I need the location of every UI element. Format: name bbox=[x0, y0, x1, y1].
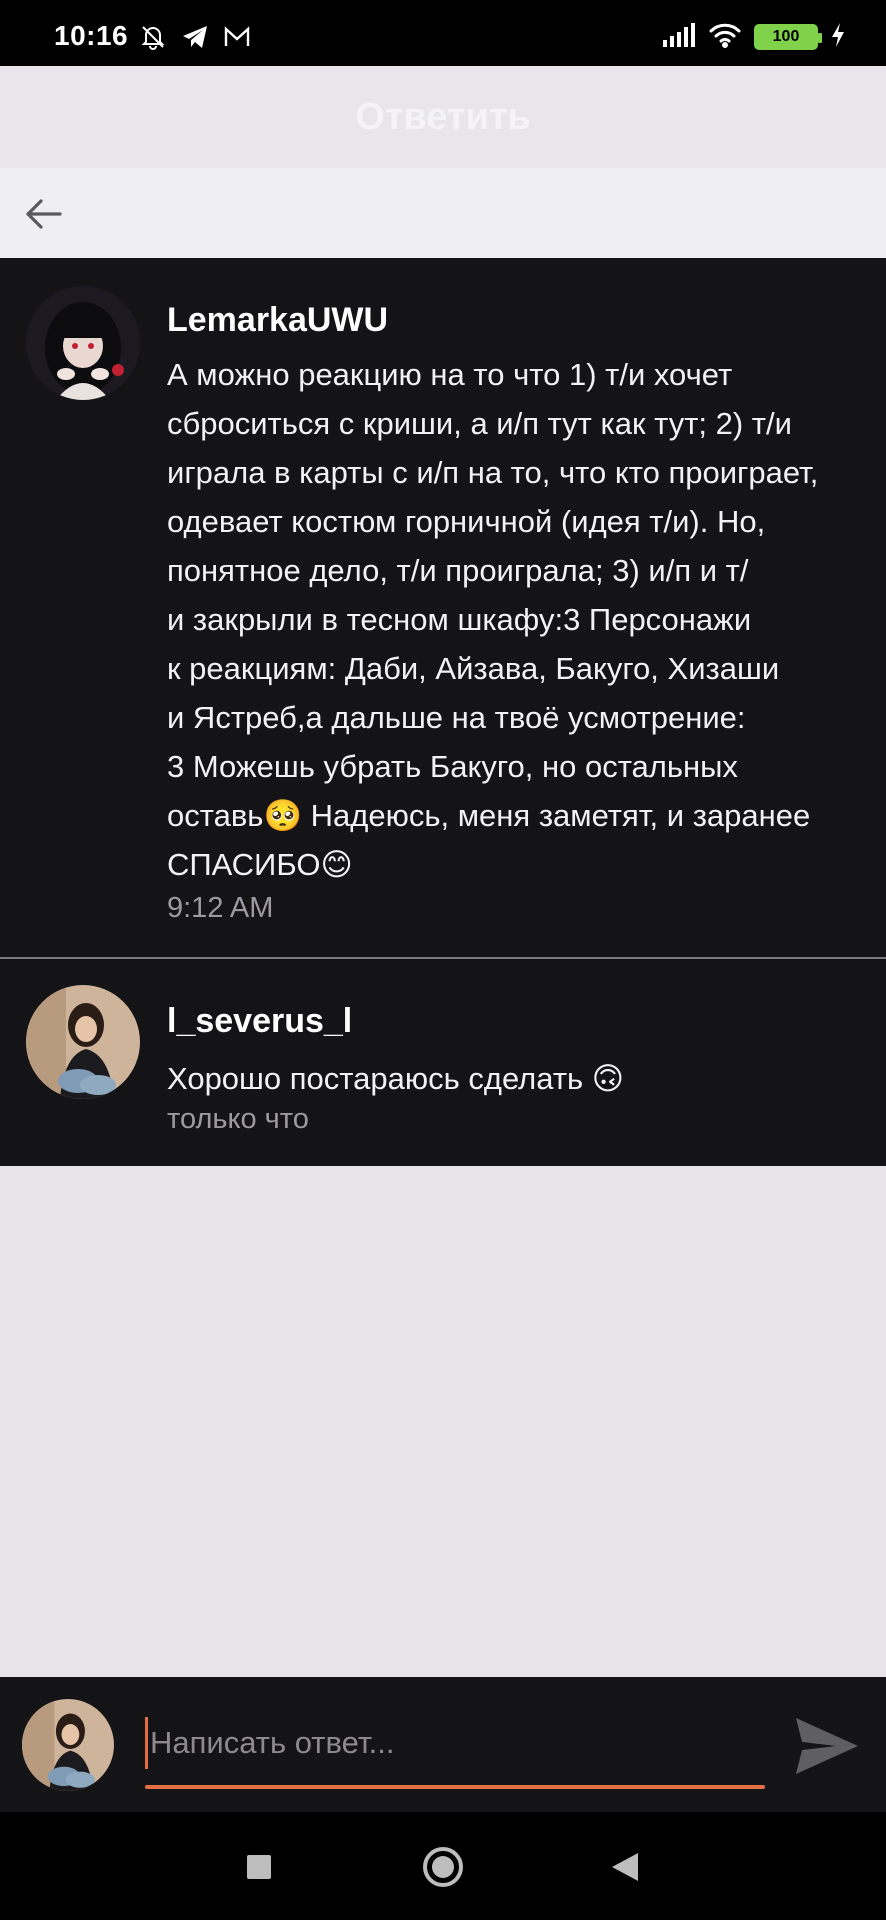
page-title: Ответить bbox=[355, 96, 531, 138]
reply-bar: Написать ответ... bbox=[0, 1677, 886, 1812]
comment-username[interactable]: l_severus_l bbox=[167, 1002, 352, 1041]
comment-text: А можно реакцию на то что 1) т/и хочет с… bbox=[167, 357, 819, 882]
send-button[interactable] bbox=[792, 1714, 862, 1778]
header-title-band: Ответить bbox=[0, 66, 886, 168]
signal-icon bbox=[662, 22, 696, 53]
telegram-icon bbox=[180, 22, 210, 52]
comment-timestamp: 9:12 AM bbox=[167, 892, 274, 924]
comment-item[interactable]: l_severus_l Хорошо постараюсь сделать 🙃 … bbox=[0, 959, 886, 1166]
bell-off-icon bbox=[138, 22, 168, 52]
recent-apps-icon bbox=[247, 1855, 271, 1879]
comment-item[interactable]: LemarkaUWU А можно реакцию на то что 1) … bbox=[0, 258, 886, 957]
send-icon bbox=[796, 1718, 858, 1774]
reply-input-underline bbox=[145, 1785, 765, 1789]
notification-icons bbox=[138, 22, 252, 52]
charging-icon bbox=[830, 22, 846, 53]
nav-back-button[interactable] bbox=[600, 1842, 650, 1892]
comment-username[interactable]: LemarkaUWU bbox=[167, 301, 388, 340]
reply-input[interactable]: Написать ответ... bbox=[145, 1717, 765, 1769]
comment-text: Хорошо постараюсь сделать 🙃 bbox=[167, 1061, 625, 1096]
battery-level: 100 bbox=[772, 28, 800, 45]
avatar[interactable] bbox=[26, 985, 140, 1099]
wifi-icon bbox=[708, 22, 742, 53]
home-button[interactable] bbox=[418, 1842, 468, 1892]
avatar bbox=[22, 1699, 114, 1791]
avatar[interactable] bbox=[26, 286, 140, 400]
status-time: 10:16 bbox=[54, 20, 129, 51]
comment-timestamp: только что bbox=[167, 1103, 309, 1135]
status-bar: 10:16 100 bbox=[0, 0, 886, 66]
back-icon bbox=[612, 1853, 638, 1881]
recent-apps-button[interactable] bbox=[234, 1842, 284, 1892]
system-nav-bar bbox=[0, 1812, 886, 1920]
back-button[interactable] bbox=[20, 192, 68, 236]
battery-icon: 100 bbox=[754, 24, 822, 50]
arrow-left-icon bbox=[26, 199, 62, 229]
mail-icon bbox=[222, 22, 252, 52]
toolbar bbox=[0, 168, 886, 258]
home-icon bbox=[423, 1847, 463, 1887]
system-status: 100 bbox=[662, 22, 846, 52]
